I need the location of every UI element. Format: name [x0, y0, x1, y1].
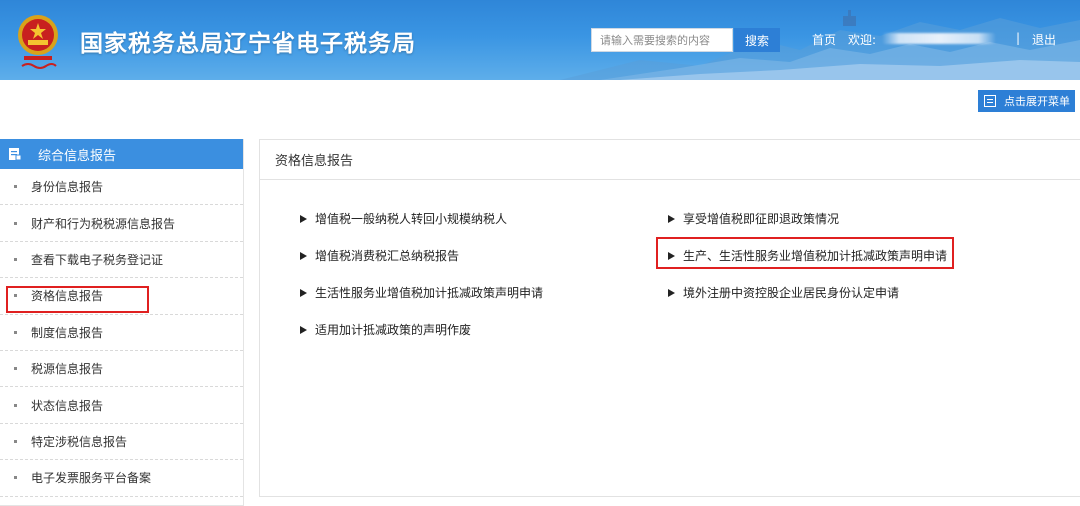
triangle-right-icon: [300, 214, 307, 223]
logout-link[interactable]: 退出: [1032, 31, 1056, 48]
tax-emblem-icon: [18, 15, 58, 69]
bullet-icon: [14, 403, 17, 407]
sidebar-item-label: 查看下载电子税务登记证: [31, 252, 164, 267]
sidebar-item-label: 财产和行为税税源信息报告: [31, 216, 176, 231]
bullet-icon: [14, 185, 17, 189]
sidebar-item-label: 身份信息报告: [31, 180, 104, 195]
sidebar-item-property-tax-report[interactable]: 财产和行为税税源信息报告: [0, 205, 243, 242]
home-link[interactable]: 首页: [812, 31, 836, 48]
sidebar-item-identity-report[interactable]: 身份信息报告: [0, 169, 243, 206]
highlight-box: [6, 286, 149, 313]
welcome-text: 欢迎:: [848, 33, 877, 47]
link-label: 增值税一般纳税人转回小规模纳税人: [315, 212, 508, 226]
sidebar-item-label: 电子发票服务平台备案: [31, 471, 152, 486]
bullet-icon: [14, 439, 17, 443]
sidebar-item-system-report[interactable]: 制度信息报告: [0, 315, 243, 351]
search-button[interactable]: 搜索: [734, 28, 780, 52]
sidebar-item-label: 税源信息报告: [31, 362, 104, 377]
link-vat-refund-policy[interactable]: 享受增值税即征即退政策情况: [668, 210, 839, 227]
sidebar-item-specific-tax-report[interactable]: 特定涉税信息报告: [0, 424, 243, 461]
link-label: 生活性服务业增值税加计抵减政策声明申请: [315, 286, 544, 300]
sidebar-item-label: 制度信息报告: [31, 325, 104, 340]
bullet-icon: [14, 367, 17, 371]
username-redacted: [882, 33, 996, 44]
sidebar-item-status-report[interactable]: 状态信息报告: [0, 387, 243, 424]
site-title: 国家税务总局辽宁省电子税务局: [80, 31, 416, 57]
link-vat-general-to-small[interactable]: 增值税一般纳税人转回小规模纳税人: [300, 210, 507, 227]
header-separator: |: [1016, 31, 1021, 45]
sidebar-item-label: 状态信息报告: [31, 398, 104, 413]
link-deduction-void[interactable]: 适用加计抵减政策的声明作废: [300, 321, 471, 338]
link-overseas-resident-identity[interactable]: 境外注册中资控股企业居民身份认定申请: [668, 284, 899, 301]
link-vat-consumption-summary[interactable]: 增值税消费税汇总纳税报告: [300, 247, 459, 264]
expand-menu-button[interactable]: 点击展开菜单: [978, 90, 1075, 112]
triangle-right-icon: [668, 214, 675, 223]
triangle-right-icon: [300, 288, 307, 297]
triangle-right-icon: [668, 288, 675, 297]
bullet-icon: [14, 257, 17, 261]
triangle-right-icon: [300, 251, 307, 260]
expand-menu-label: 点击展开菜单: [1004, 95, 1070, 108]
search-input[interactable]: [591, 28, 733, 52]
sidebar-item-label: 特定涉税信息报告: [31, 434, 128, 449]
sidebar-item-e-invoice-filing[interactable]: 电子发票服务平台备案: [0, 460, 243, 497]
link-label: 适用加计抵减政策的声明作废: [315, 323, 472, 337]
link-life-service-deduction[interactable]: 生活性服务业增值税加计抵减政策声明申请: [300, 284, 543, 301]
sidebar-item-tax-source-report[interactable]: 税源信息报告: [0, 351, 243, 388]
link-label: 享受增值税即征即退政策情况: [683, 212, 840, 226]
site-header: 国家税务总局辽宁省电子税务局 搜索 首页 欢迎: | 退出: [0, 0, 1080, 80]
highlight-box: [656, 237, 954, 269]
bullet-icon: [14, 330, 17, 334]
link-label: 境外注册中资控股企业居民身份认定申请: [683, 286, 900, 300]
main-panel: 资格信息报告 增值税一般纳税人转回小规模纳税人 增值税消费税汇总纳税报告 生活性…: [259, 139, 1080, 497]
bullet-icon: [14, 476, 17, 480]
triangle-right-icon: [300, 325, 307, 334]
link-label: 增值税消费税汇总纳税报告: [315, 249, 460, 263]
sidebar: 综合信息报告 身份信息报告 财产和行为税税源信息报告 查看下载电子税务登记证 资…: [0, 139, 244, 506]
page-title: 资格信息报告: [260, 140, 1080, 180]
menu-icon: [984, 95, 996, 107]
document-icon: [9, 148, 22, 161]
sidebar-header[interactable]: 综合信息报告: [0, 139, 243, 169]
sidebar-item-tax-registration-cert[interactable]: 查看下载电子税务登记证: [0, 242, 243, 279]
sidebar-title: 综合信息报告: [38, 148, 117, 164]
bullet-icon: [14, 221, 17, 225]
